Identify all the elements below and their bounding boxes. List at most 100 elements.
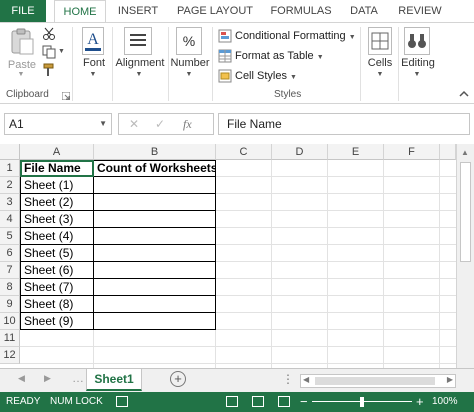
paste-chevron-down-icon[interactable]: ▼	[16, 71, 26, 78]
column-header-partial[interactable]	[440, 144, 456, 160]
tab-review[interactable]: REVIEW	[392, 0, 448, 22]
number-label[interactable]: Number	[170, 57, 210, 69]
cell-a8[interactable]: Sheet (7)	[21, 279, 93, 296]
gridline	[20, 346, 456, 347]
vertical-scrollbar[interactable]: ▲	[456, 144, 474, 368]
cell-a5[interactable]: Sheet (4)	[21, 228, 93, 245]
page-break-view-icon[interactable]	[278, 396, 290, 407]
cell-styles-button[interactable]: Cell Styles ▼	[235, 67, 297, 85]
name-box-chevron-down-icon[interactable]: ▼	[99, 114, 107, 134]
row-header[interactable]: 12	[0, 347, 20, 364]
cell-a4[interactable]: Sheet (3)	[21, 211, 93, 228]
tab-page-layout[interactable]: PAGE LAYOUT	[170, 0, 260, 22]
row-header[interactable]: 2	[0, 177, 20, 194]
column-header-d[interactable]: D	[272, 144, 328, 160]
row-header[interactable]: 7	[0, 262, 20, 279]
column-header-e[interactable]: E	[328, 144, 384, 160]
macro-record-icon[interactable]	[116, 396, 128, 407]
cell-a1[interactable]: File Name	[21, 160, 93, 177]
editing-chevron-down-icon[interactable]: ▼	[412, 71, 422, 78]
vertical-scroll-thumb[interactable]	[460, 162, 471, 262]
conditional-formatting-button[interactable]: Conditional Formatting ▼	[235, 27, 356, 45]
row-header[interactable]: 4	[0, 211, 20, 228]
conditional-formatting-icon[interactable]	[218, 29, 232, 43]
zoom-level[interactable]: 100%	[432, 392, 458, 412]
cell-a9[interactable]: Sheet (8)	[21, 296, 93, 313]
copy-chevron-down-icon[interactable]: ▼	[58, 43, 65, 61]
clipboard-group-label: Clipboard	[6, 89, 49, 100]
zoom-in-icon[interactable]: +	[416, 392, 424, 412]
scroll-up-icon[interactable]: ▲	[461, 148, 469, 157]
enter-check-icon[interactable]: ✓	[155, 114, 165, 134]
formula-input[interactable]: File Name	[218, 113, 470, 135]
row-header[interactable]: 6	[0, 245, 20, 262]
column-header-a[interactable]: A	[20, 144, 94, 160]
scroll-left-icon[interactable]: ◀	[303, 375, 309, 384]
name-box[interactable]: A1 ▼	[4, 113, 112, 135]
row-header[interactable]: 1	[0, 160, 20, 177]
sheet-tab-sheet1[interactable]: Sheet1	[86, 369, 142, 391]
ribbon-tab-bar: FILE HOME INSERT PAGE LAYOUT FORMULAS DA…	[0, 0, 474, 22]
zoom-out-icon[interactable]: −	[300, 392, 308, 412]
format-as-table-button[interactable]: Format as Table ▼	[235, 47, 324, 65]
cell-a6[interactable]: Sheet (5)	[21, 245, 93, 262]
alignment-label[interactable]: Alignment	[114, 57, 166, 69]
cut-icon[interactable]	[42, 27, 56, 41]
normal-view-icon[interactable]	[226, 396, 238, 407]
cell-b1[interactable]: Count of Worksheets	[94, 160, 216, 177]
row-header[interactable]: 11	[0, 330, 20, 347]
paste-icon[interactable]	[8, 27, 36, 57]
page-layout-view-icon[interactable]	[252, 396, 264, 407]
row-header[interactable]: 10	[0, 313, 20, 330]
row-header[interactable]: 5	[0, 228, 20, 245]
select-all-corner[interactable]	[0, 144, 20, 160]
horizontal-scrollbar[interactable]: ◀ ▶	[300, 374, 456, 388]
tab-file[interactable]: FILE	[0, 0, 46, 22]
column-header-b[interactable]: B	[94, 144, 216, 160]
ribbon-separator	[72, 27, 73, 101]
align-icon[interactable]	[124, 27, 152, 55]
add-sheet-icon[interactable]: +	[170, 371, 186, 387]
tab-home[interactable]: HOME	[54, 0, 106, 22]
prev-sheet-icon[interactable]: ◀	[18, 373, 25, 384]
cell-a7[interactable]: Sheet (6)	[21, 262, 93, 279]
font-color-icon[interactable]: A	[82, 27, 104, 55]
cell-a10[interactable]: Sheet (9)	[21, 313, 93, 330]
column-header-f[interactable]: F	[384, 144, 440, 160]
collapse-ribbon-icon[interactable]	[458, 89, 470, 99]
dialog-launcher-icon[interactable]	[61, 91, 71, 101]
cancel-icon[interactable]: ✕	[129, 114, 139, 134]
insert-function-icon[interactable]: fx	[183, 114, 192, 134]
alignment-chevron-down-icon[interactable]: ▼	[134, 71, 144, 78]
tab-data[interactable]: DATA	[342, 0, 386, 22]
row-header[interactable]: 3	[0, 194, 20, 211]
number-chevron-down-icon[interactable]: ▼	[184, 71, 194, 78]
tab-split-handle-icon[interactable]: ⋮	[282, 372, 294, 386]
worksheet-grid[interactable]: A B C D E F 1 2 3 4 5 6 7 8 9 10 11 12 F…	[0, 144, 474, 368]
cells-label[interactable]: Cells	[364, 57, 396, 69]
percent-icon[interactable]: %	[176, 27, 202, 55]
column-header-c[interactable]: C	[216, 144, 272, 160]
font-chevron-down-icon[interactable]: ▼	[88, 71, 98, 78]
format-painter-icon[interactable]	[42, 63, 56, 77]
row-header[interactable]: 8	[0, 279, 20, 296]
format-as-table-icon[interactable]	[218, 49, 232, 63]
cells-chevron-down-icon[interactable]: ▼	[375, 71, 385, 78]
horizontal-scroll-thumb[interactable]	[315, 377, 435, 385]
tab-formulas[interactable]: FORMULAS	[264, 0, 338, 22]
ribbon-separator	[398, 27, 399, 101]
cells-icon[interactable]	[368, 27, 392, 55]
tab-insert[interactable]: INSERT	[110, 0, 166, 22]
row-header[interactable]: 9	[0, 296, 20, 313]
scroll-right-icon[interactable]: ▶	[447, 375, 453, 384]
cell-a2[interactable]: Sheet (1)	[21, 177, 93, 194]
editing-label[interactable]: Editing	[400, 57, 436, 69]
cell-a3[interactable]: Sheet (2)	[21, 194, 93, 211]
cell-styles-icon[interactable]	[218, 69, 232, 83]
copy-icon[interactable]	[42, 45, 56, 59]
zoom-slider-thumb[interactable]	[360, 397, 364, 407]
font-label[interactable]: Font	[80, 57, 108, 69]
find-binoculars-icon[interactable]	[404, 27, 430, 55]
next-sheet-icon[interactable]: ▶	[44, 373, 51, 384]
more-sheets-icon[interactable]: …	[72, 371, 84, 385]
